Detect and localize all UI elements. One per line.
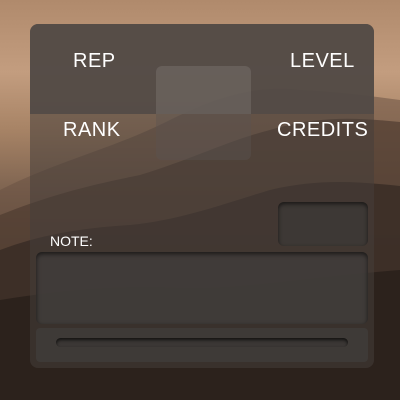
note-field[interactable] xyxy=(36,252,368,324)
note-label: NOTE: xyxy=(50,233,93,249)
progress-track xyxy=(56,338,348,347)
progress-bar-container xyxy=(36,328,368,362)
credits-label: CREDITS xyxy=(277,119,369,141)
level-label: LEVEL xyxy=(290,50,355,72)
rank-label: RANK xyxy=(63,119,121,141)
badge-slot[interactable] xyxy=(278,202,368,246)
rep-label: REP xyxy=(73,50,116,72)
profile-card: REP LEVEL RANK CREDITS NOTE: xyxy=(30,24,374,368)
avatar[interactable] xyxy=(156,66,251,160)
